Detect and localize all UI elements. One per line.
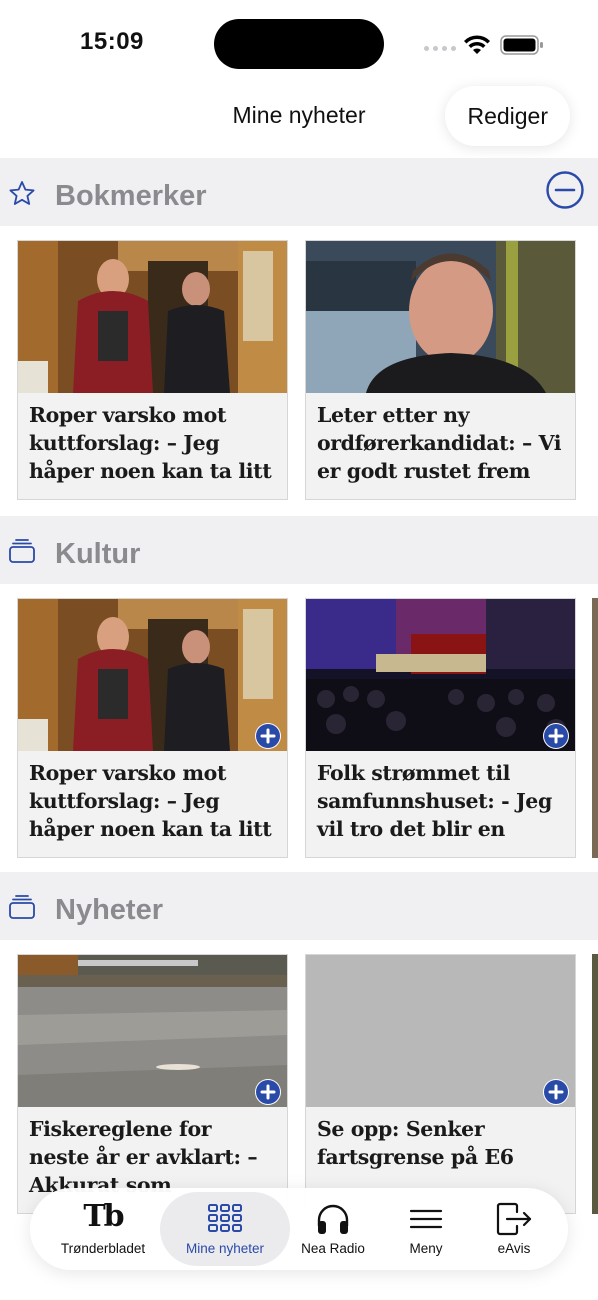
tab-label: Nea Radio [301,1241,365,1256]
status-bar: 15:09 [0,0,598,88]
add-bookmark-button[interactable] [543,1079,569,1105]
status-time: 15:09 [80,28,144,55]
tab-eavis[interactable]: eAvis [476,1188,552,1270]
plus-icon [256,1080,280,1104]
wifi-icon [464,35,490,54]
section-header-kultur: Kultur [0,516,598,584]
plus-icon [544,724,568,748]
article-card[interactable]: Folk strømmet til samfunnshuset: - Jeg v… [305,598,576,858]
article-image-two-men [18,241,287,393]
hamburger-icon [409,1209,443,1229]
edit-button[interactable]: Rediger [445,86,570,146]
section-header-bokmerker: Bokmerker [0,158,598,226]
article-card[interactable]: Se opp: Senker fartsgrense på E6 [305,954,576,1214]
card-row-kultur: Roper varsko mot kuttforslag: – Jeg håpe… [0,584,598,874]
article-title: Roper varsko mot kuttforslag: – Jeg håpe… [29,403,272,483]
tab-nea-radio[interactable]: Nea Radio [290,1188,376,1270]
next-card-peek [592,954,598,1214]
star-icon [9,181,35,205]
remove-section-button[interactable] [545,170,585,210]
section-title: Bokmerker [55,180,207,212]
add-bookmark-button[interactable] [255,1079,281,1105]
tab-label: Trønderbladet [60,1241,146,1256]
card-row-nyheter: Fiskereglene for neste år er avklart: – … [0,940,598,1230]
tab-mine-nyheter[interactable]: Mine nyheter [160,1192,290,1266]
article-title: Fiskereglene for neste år er avklart: – … [29,1117,258,1197]
dynamic-island [214,19,384,69]
article-title: Se opp: Senker fartsgrense på E6 [317,1117,514,1169]
next-card-peek [592,598,598,858]
add-bookmark-button[interactable] [543,723,569,749]
tab-label: eAvis [497,1241,531,1256]
article-image-man-portrait [306,241,575,393]
article-card[interactable]: Leter etter ny ordførerkandidat: – Vi er… [305,240,576,500]
headphones-icon [317,1204,349,1234]
article-image-river [18,955,287,1107]
stack-icon [9,895,35,919]
section-title: Nyheter [55,894,163,926]
article-card[interactable]: Roper varsko mot kuttforslag: – Jeg håpe… [17,598,288,858]
article-image-placeholder [306,955,575,1107]
battery-icon [500,35,543,55]
card-row-bokmerker: Roper varsko mot kuttforslag: – Jeg håpe… [0,226,598,516]
article-title: Roper varsko mot kuttforslag: – Jeg håpe… [29,761,272,841]
article-title: Folk strømmet til samfunnshuset: - Jeg v… [317,761,552,841]
section-title: Kultur [55,538,141,570]
article-title: Leter etter ny ordførerkandidat: – Vi er… [317,403,562,483]
article-image-two-men [18,599,287,751]
bottom-tab-bar: Tb Trønderbladet Mine nyheter Nea Radio … [30,1188,568,1270]
tab-label: Mine nyheter [185,1241,265,1256]
article-image-concert-hall [306,599,575,751]
article-card[interactable]: Roper varsko mot kuttforslag: – Jeg håpe… [17,240,288,500]
tab-meny[interactable]: Meny [388,1188,464,1270]
article-card[interactable]: Fiskereglene for neste år er avklart: – … [17,954,288,1214]
section-header-nyheter: Nyheter [0,872,598,940]
cellular-signal-icon [424,46,456,51]
plus-icon [256,724,280,748]
plus-icon [544,1080,568,1104]
exit-icon [496,1202,532,1236]
stack-icon [9,539,35,563]
navigation-header: Mine nyheter Rediger [0,86,598,158]
tb-logo: Tb [83,1199,124,1234]
grid-icon [208,1204,242,1232]
tab-tronderbladet[interactable]: Tb Trønderbladet [40,1188,166,1270]
add-bookmark-button[interactable] [255,723,281,749]
tab-label: Meny [409,1241,443,1256]
